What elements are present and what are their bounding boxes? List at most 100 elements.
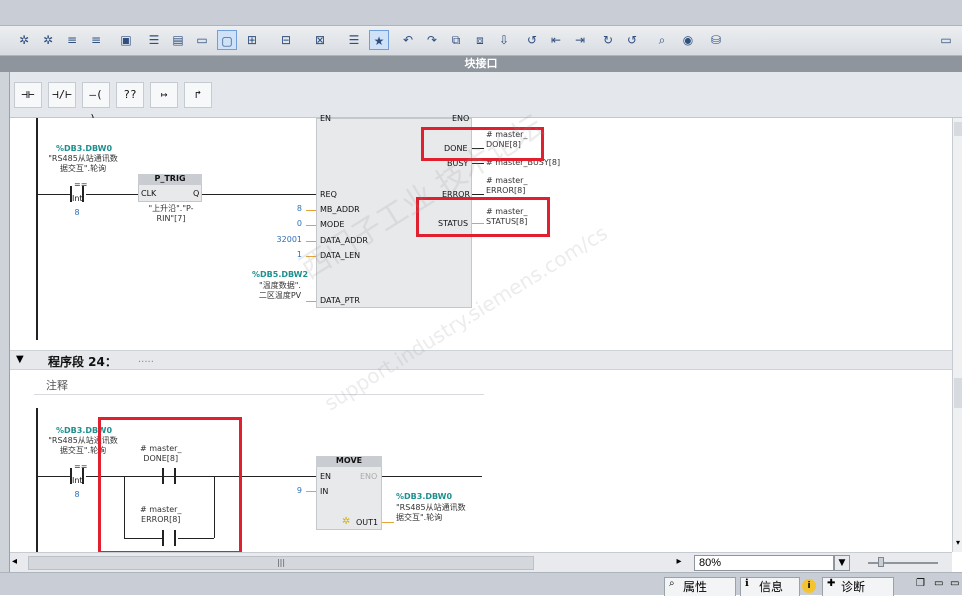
scroll-thumb-upper[interactable] <box>954 122 962 136</box>
error-output-variable: # master_ ERROR[8] <box>486 176 528 195</box>
wire <box>38 476 70 477</box>
tab-properties[interactable]: ⌕ 属性 <box>664 577 736 596</box>
print-icon[interactable]: ▣ <box>116 30 136 50</box>
left-splitter[interactable] <box>0 72 10 572</box>
database-icon[interactable]: ⛁ <box>706 30 726 50</box>
symbolic-address-icon[interactable]: ⊟ <box>276 30 296 50</box>
wire <box>202 194 316 195</box>
tab-info-label: 信息 <box>759 580 784 594</box>
data-addr-value[interactable]: 32001 <box>266 235 302 244</box>
move-en-pin: EN <box>320 472 332 481</box>
close-branch-instr-icon[interactable]: ↱ <box>184 82 212 108</box>
go-to-next-icon[interactable]: ↷ <box>422 30 442 50</box>
compare-operator: == <box>74 180 88 189</box>
mode-value[interactable]: 0 <box>270 219 302 228</box>
minimize-icon[interactable]: ▭ <box>934 578 943 589</box>
diagnostics-icon: ✚ <box>827 578 836 589</box>
tab-properties-label: 属性 <box>683 580 708 594</box>
restore-icon[interactable]: ❐ <box>916 578 925 589</box>
tab-info[interactable]: ℹ 信息 <box>740 577 800 596</box>
network-comment[interactable]: 注释 <box>46 377 68 393</box>
block-interface-bar[interactable]: 块接口 <box>0 56 962 72</box>
scroll-right-icon[interactable]: ▸ <box>672 556 686 570</box>
indent-icon[interactable]: ⇤ <box>546 30 566 50</box>
compare-icon[interactable]: ⧉ <box>446 30 466 50</box>
highlight-branch-box <box>98 417 242 554</box>
scroll-left-icon[interactable]: ◂ <box>12 556 24 570</box>
network-title-placeholder[interactable]: ..... <box>138 354 154 365</box>
open-branch-icon[interactable]: ↦ <box>150 82 178 108</box>
watch-icon[interactable]: ◉ <box>678 30 698 50</box>
star-icon: ✲ <box>342 516 351 527</box>
nc-contact-icon[interactable]: ⊣/⊢ <box>48 82 76 108</box>
data-ptr-address: %DB5.DBW2 <box>252 270 309 279</box>
data-ptr-pin: DATA_PTR <box>320 296 360 305</box>
scroll-thumb-lower[interactable] <box>954 378 962 408</box>
info-badge-icon: i <box>802 579 816 593</box>
network-title: 程序段 24： <box>48 355 117 369</box>
horizontal-scroll-bar: ◂ ||| ▸ 80% ▼ <box>10 552 952 572</box>
wire <box>382 522 394 523</box>
monitor-off-icon[interactable]: ↺ <box>622 30 642 50</box>
insert-branch-icon[interactable]: ≡ <box>62 30 82 50</box>
jump-error-icon[interactable]: ↺ <box>522 30 542 50</box>
comment-icon[interactable]: ▢ <box>217 30 237 50</box>
compare-value: 8 <box>74 490 80 499</box>
no-contact-icon[interactable]: ⊣⊢ <box>14 82 42 108</box>
properties-icon: ⌕ <box>669 578 675 589</box>
move-in-pin: IN <box>320 487 329 496</box>
instruction-favorites-bar: ⊣⊢ ⊣/⊢ –( )– ?? ↦ ↱ <box>10 72 962 125</box>
move-title: MOVE <box>316 456 382 467</box>
insert-network-icon[interactable]: ✲ <box>14 30 34 50</box>
compare-operator: == <box>74 462 88 471</box>
power-rail <box>36 118 38 340</box>
go-to-previous-icon[interactable]: ↶ <box>398 30 418 50</box>
req-pin: REQ <box>320 190 337 199</box>
list-icon[interactable]: ☰ <box>144 30 164 50</box>
eno-pin: ENO <box>452 114 470 123</box>
wire <box>306 225 316 226</box>
bookmark-list-icon[interactable]: ☰ <box>344 30 364 50</box>
wire <box>472 194 484 195</box>
ladder-editor: %DB3.DBW0 "RS485从站通讯数 据交互".轮询 == Int 8 P… <box>10 114 952 554</box>
chevron-down-icon[interactable]: ▼ <box>834 555 850 571</box>
monitor-on-icon[interactable]: ↻ <box>598 30 618 50</box>
search-icon[interactable]: ⌕ <box>652 30 672 50</box>
coil-icon[interactable]: –( )– <box>82 82 110 125</box>
close-branch-icon[interactable]: ≡ <box>86 30 106 50</box>
symbol-info-icon[interactable]: ⊠ <box>310 30 330 50</box>
interface-icon[interactable]: ▭ <box>192 30 212 50</box>
outdent-icon[interactable]: ⇥ <box>570 30 590 50</box>
wire <box>382 476 482 477</box>
absolute-address-icon[interactable]: ⊞ <box>242 30 262 50</box>
info-icon: ℹ <box>745 578 749 589</box>
zoom-select[interactable]: 80% <box>694 555 834 571</box>
move-out-variable: "RS485从站通讯数 据交互".轮询 <box>396 503 466 522</box>
move-out-address: %DB3.DBW0 <box>396 492 453 501</box>
scroll-down-icon[interactable]: ▾ <box>953 538 962 550</box>
tab-diagnostics[interactable]: ✚ 诊断 <box>822 577 894 596</box>
empty-box-icon[interactable]: ?? <box>116 82 144 108</box>
scroll-thumb[interactable]: ||| <box>28 556 534 570</box>
vertical-scrollbar[interactable]: ▾ <box>952 118 962 552</box>
window-top-strip <box>0 0 962 26</box>
tab-diagnostics-label: 诊断 <box>841 580 866 594</box>
collapse-icon[interactable]: ▼ <box>16 354 24 365</box>
inspector-tab-bar: ⌕ 属性 ℹ 信息 i ✚ 诊断 ❐ ▭ ▭ <box>0 572 962 596</box>
panel-toggle-icon[interactable]: ▭ <box>936 30 956 50</box>
compare-type: Int <box>72 194 83 203</box>
ptrig-q-pin: Q <box>193 189 200 198</box>
ptrig-clk-pin: CLK <box>141 189 157 198</box>
maximize-icon[interactable]: ▭ <box>950 578 959 589</box>
move-out-pin: OUT1 <box>356 518 379 527</box>
block-icon[interactable]: ▤ <box>168 30 188 50</box>
download-icon[interactable]: ⇩ <box>494 30 514 50</box>
mb-addr-value[interactable]: 8 <box>270 204 302 213</box>
zoom-slider-handle[interactable] <box>878 557 884 567</box>
move-eno-pin: ENO <box>360 472 378 481</box>
favorites-icon[interactable]: ★ <box>369 30 389 50</box>
delete-network-icon[interactable]: ✲ <box>38 30 58 50</box>
open-block-icon[interactable]: ⧈ <box>470 30 490 50</box>
ptrig-title: P_TRIG <box>138 174 202 185</box>
move-in-value[interactable]: 9 <box>280 486 302 495</box>
